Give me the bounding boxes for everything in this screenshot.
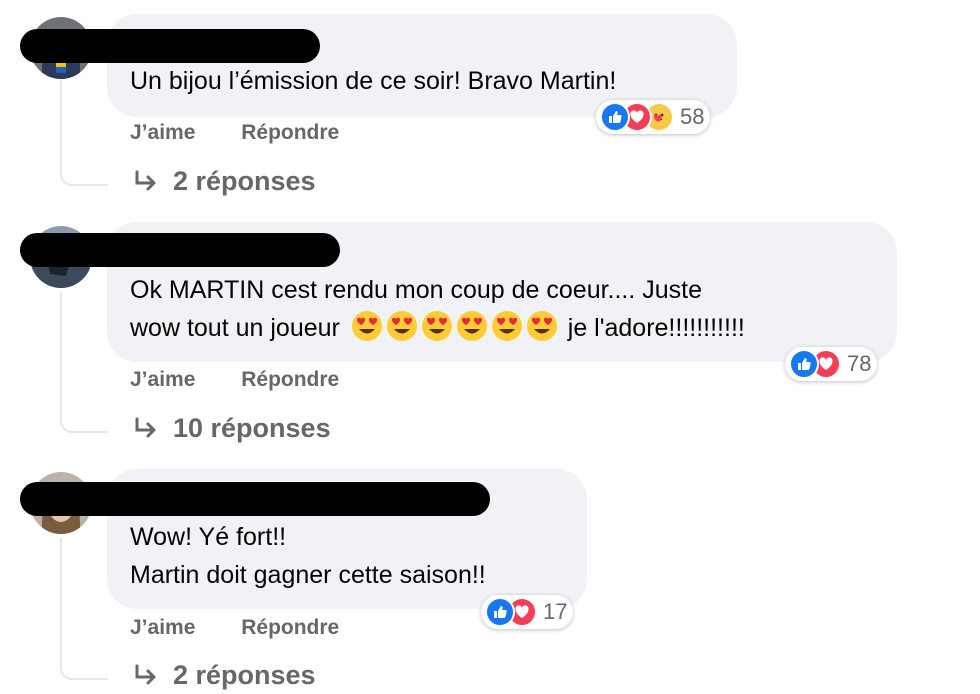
view-replies-link[interactable]: 2 réponses	[133, 166, 316, 197]
heart-eyes-emoji	[456, 311, 487, 341]
replies-count-label: 10 réponses	[173, 413, 331, 443]
reply-arrow-icon	[135, 417, 156, 437]
like-icon	[485, 597, 515, 627]
comment-text-line: Un bijou l’émission de ce soir! Bravo Ma…	[130, 67, 617, 95]
view-replies-link[interactable]: 2 réponses	[133, 660, 316, 691]
like-button[interactable]: J’aime	[130, 121, 195, 144]
comment-text-line: Ok MARTIN cest rendu mon coup de coeur..…	[130, 276, 703, 304]
reaction-summary[interactable]: 78	[785, 347, 878, 381]
redacted-author-name	[20, 233, 340, 267]
comment-text-segment: wow tout un joueur	[130, 314, 340, 342]
comment-actions: J’aime Répondre	[130, 616, 379, 640]
reply-button[interactable]: Répondre	[241, 121, 339, 144]
comment-text: Ok MARTIN cest rendu mon coup de coeur..…	[130, 271, 745, 347]
comment-text: Un bijou l’émission de ce soir! Bravo Ma…	[130, 62, 616, 100]
like-icon	[600, 102, 630, 132]
emoji-group	[351, 311, 568, 342]
view-replies-link[interactable]: 10 réponses	[133, 413, 331, 444]
heart-eyes-emoji	[386, 311, 417, 341]
reply-button[interactable]: Répondre	[241, 616, 339, 639]
redacted-author-name	[20, 482, 490, 516]
replies-count-label: 2 réponses	[173, 166, 316, 196]
reaction-count: 58	[680, 104, 705, 129]
comment-actions: J’aime Répondre	[130, 368, 379, 392]
redacted-author-name	[20, 29, 320, 63]
heart-eyes-emoji	[526, 311, 557, 341]
comment-text-segment: je l'adore!!!!!!!!!!!	[567, 314, 745, 342]
thread-connector	[60, 538, 108, 680]
like-button[interactable]: J’aime	[130, 616, 195, 639]
like-icon	[789, 349, 819, 379]
reaction-summary[interactable]: 58	[596, 100, 711, 134]
reaction-count: 17	[543, 599, 568, 624]
heart-eyes-emoji	[491, 311, 522, 341]
like-button[interactable]: J’aime	[130, 368, 195, 391]
thread-connector	[60, 80, 108, 186]
comment-text-line: wow tout un joueur je l'adore!!!!!!!!!!!	[130, 309, 745, 347]
reaction-summary[interactable]: 17	[481, 595, 574, 629]
reply-arrow-icon	[135, 170, 156, 190]
heart-eyes-emoji	[351, 311, 382, 341]
heart-eyes-emoji	[421, 311, 452, 341]
reply-button[interactable]: Répondre	[241, 368, 339, 391]
reaction-count: 78	[847, 351, 872, 376]
comment-text-line: Martin doit gagner cette saison!!	[130, 561, 486, 589]
thread-connector	[60, 292, 108, 433]
comment-text-line: Wow! Yé fort!!	[130, 523, 287, 551]
comment-actions: J’aime Répondre	[130, 121, 379, 145]
reply-arrow-icon	[135, 664, 156, 684]
comment-text: Wow! Yé fort!! Martin doit gagner cette …	[130, 518, 486, 594]
replies-count-label: 2 réponses	[173, 660, 316, 690]
